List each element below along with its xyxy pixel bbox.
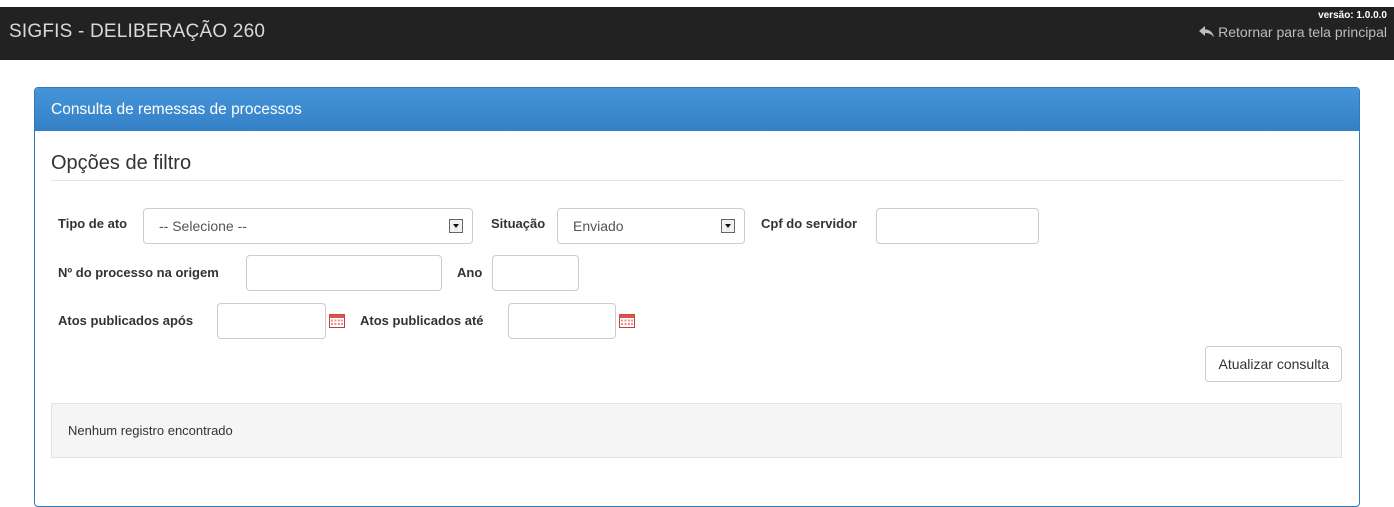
cpf-label: Cpf do servidor — [761, 216, 858, 231]
reply-arrow-icon — [1199, 26, 1215, 38]
top-navbar: SIGFIS - DELIBERAÇÃO 260 versão: 1.0.0.0… — [0, 7, 1394, 60]
refresh-query-button[interactable]: Atualizar consulta — [1205, 346, 1342, 382]
tipo-ato-selected: -- Selecione -- — [159, 218, 247, 234]
processo-label: Nº do processo na origem — [58, 265, 219, 280]
apos-label: Atos publicados após — [58, 313, 194, 328]
cpf-input[interactable] — [876, 208, 1039, 244]
ano-label: Ano — [457, 265, 483, 280]
ano-input[interactable] — [492, 255, 579, 291]
situacao-label: Situação — [491, 216, 546, 231]
ate-date-input[interactable] — [508, 303, 616, 339]
processo-input[interactable] — [246, 255, 442, 291]
tipo-ato-label: Tipo de ato — [58, 216, 128, 231]
panel-heading: Consulta de remessas de processos — [35, 88, 1359, 131]
apos-date-input[interactable] — [217, 303, 326, 339]
return-main-link[interactable]: Retornar para tela principal — [1199, 24, 1387, 40]
situacao-selected: Enviado — [573, 218, 624, 234]
dropdown-arrow-icon[interactable] — [721, 219, 735, 233]
dropdown-arrow-icon[interactable] — [449, 219, 463, 233]
return-main-label: Retornar para tela principal — [1218, 24, 1387, 40]
filter-title: Opções de filtro — [51, 152, 192, 174]
filter-divider — [51, 180, 1343, 181]
search-panel: Consulta de remessas de processos Opções… — [34, 87, 1360, 507]
app-title: SIGFIS - DELIBERAÇÃO 260 — [9, 21, 266, 42]
version-label: versão: 1.0.0.0 — [1318, 10, 1387, 21]
calendar-icon[interactable] — [329, 314, 345, 328]
tipo-ato-select[interactable]: -- Selecione -- — [143, 208, 473, 244]
ate-label: Atos publicados até — [360, 313, 484, 328]
empty-results-message: Nenhum registro encontrado — [51, 403, 1342, 458]
calendar-icon[interactable] — [619, 314, 635, 328]
situacao-select[interactable]: Enviado — [557, 208, 745, 244]
